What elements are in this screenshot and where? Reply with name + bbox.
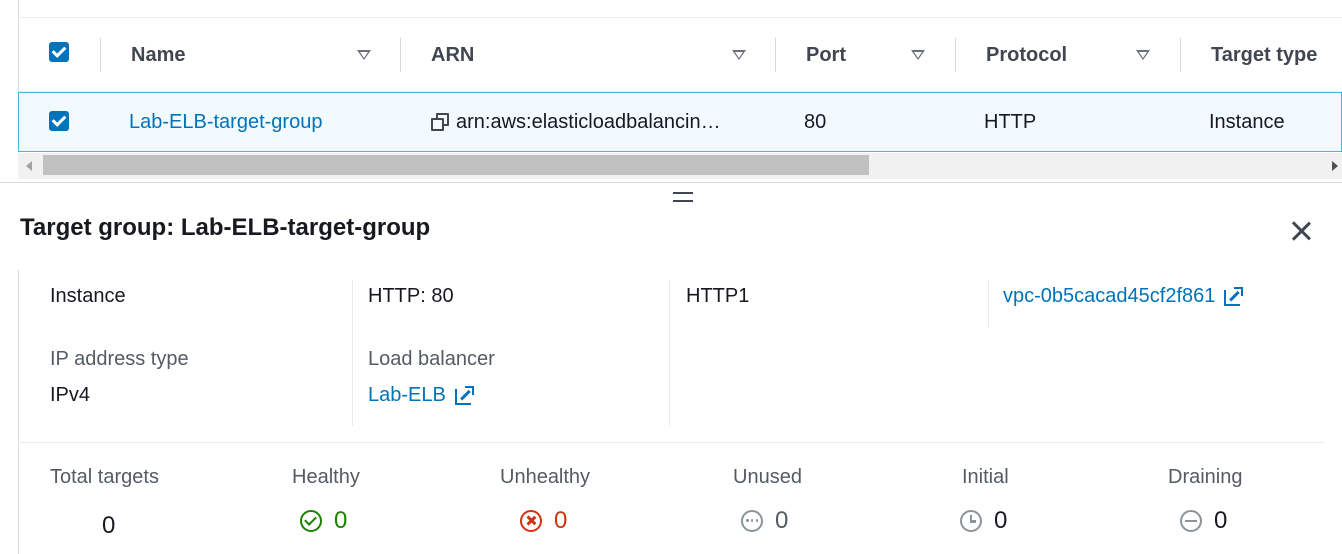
load-balancer-label: Load balancer	[368, 348, 495, 370]
unhealthy-status-icon	[520, 510, 542, 532]
table-row[interactable]: Lab-ELB-target-group arn:aws:elasticload…	[18, 92, 1342, 152]
row-checkbox[interactable]	[49, 111, 69, 131]
column-divider	[669, 280, 670, 426]
initial-count[interactable]: 0	[960, 507, 1007, 535]
vpc-link-label: vpc-0b5cacad45cf2f861	[1003, 285, 1216, 307]
healthy-count-value: 0	[334, 507, 348, 534]
column-divider	[988, 280, 989, 328]
column-header-protocol-label: Protocol	[986, 43, 1068, 66]
column-separator	[955, 38, 956, 72]
split-panel-divider	[0, 182, 1342, 183]
sort-caret-icon[interactable]	[1136, 50, 1150, 60]
target-groups-table: Name ARN Port Protocol Target type Lab-E…	[0, 0, 1342, 182]
table-top-strip	[18, 0, 1342, 18]
sort-caret-icon[interactable]	[911, 50, 925, 60]
arn-value: arn:aws:elasticloadbalancin…	[456, 110, 721, 133]
draining-count-value: 0	[1214, 507, 1228, 534]
column-divider	[352, 280, 353, 426]
column-header-protocol[interactable]: Protocol	[986, 18, 1186, 92]
column-separator	[1180, 38, 1181, 72]
scrollbar-thumb[interactable]	[43, 155, 869, 175]
sort-caret-icon[interactable]	[732, 50, 746, 60]
close-icon[interactable]	[1289, 219, 1313, 243]
external-link-icon	[454, 385, 474, 406]
load-balancer-link[interactable]: Lab-ELB	[368, 384, 474, 407]
protocol-port-value: HTTP: 80	[368, 285, 454, 307]
column-header-target-type-label: Target type	[1211, 43, 1318, 66]
unhealthy-count-value: 0	[554, 507, 568, 534]
select-all-checkbox[interactable]	[49, 42, 69, 62]
ip-address-type-value: IPv4	[50, 384, 91, 406]
healthy-count[interactable]: 0	[300, 507, 347, 535]
column-header-arn[interactable]: ARN	[431, 18, 791, 92]
column-separator	[100, 38, 101, 72]
unused-label: Unused	[733, 466, 802, 488]
initial-status-icon	[960, 510, 982, 532]
draining-label: Draining	[1168, 466, 1243, 488]
draining-count[interactable]: 0	[1180, 507, 1227, 535]
column-header-name[interactable]: Name	[131, 18, 401, 92]
unhealthy-label: Unhealthy	[500, 466, 591, 488]
column-header-target-type[interactable]: Target type	[1211, 18, 1342, 92]
column-separator	[400, 38, 401, 72]
sort-caret-icon[interactable]	[357, 50, 371, 60]
draining-status-icon	[1180, 510, 1202, 532]
unhealthy-count[interactable]: 0	[520, 507, 567, 535]
unused-status-icon	[741, 510, 763, 532]
column-header-port-label: Port	[806, 43, 846, 66]
initial-count-value: 0	[994, 507, 1008, 534]
healthy-label: Healthy	[292, 466, 360, 488]
copy-icon[interactable]	[430, 112, 450, 132]
resize-handle-icon[interactable]	[673, 192, 693, 204]
details-panel-title: Target group: Lab-ELB-target-group	[20, 214, 431, 241]
external-link-icon	[1223, 286, 1244, 307]
initial-label: Initial	[962, 466, 1009, 488]
vpc-link[interactable]: vpc-0b5cacad45cf2f861	[1003, 285, 1244, 308]
column-header-arn-label: ARN	[431, 43, 475, 66]
load-balancer-link-label: Lab-ELB	[368, 384, 446, 406]
target-type-value: Instance	[50, 285, 126, 307]
scroll-right-arrow-icon[interactable]	[1332, 161, 1338, 171]
horizontal-scrollbar[interactable]	[18, 153, 1342, 179]
column-header-port[interactable]: Port	[806, 18, 966, 92]
unused-count-value: 0	[775, 507, 789, 534]
column-separator	[775, 38, 776, 72]
total-targets-label: Total targets	[50, 466, 159, 488]
scroll-left-arrow-icon[interactable]	[26, 161, 32, 171]
total-targets-count: 0	[102, 512, 116, 539]
protocol-version-value: HTTP1	[686, 285, 750, 307]
column-header-name-label: Name	[131, 43, 186, 66]
target-type-cell: Instance	[1209, 110, 1285, 133]
unused-count[interactable]: 0	[741, 507, 788, 535]
healthy-status-icon	[300, 510, 322, 532]
port-cell: 80	[804, 110, 827, 133]
target-group-name-link[interactable]: Lab-ELB-target-group	[129, 93, 322, 151]
ip-address-type-label: IP address type	[50, 348, 189, 370]
details-panel	[18, 270, 1342, 554]
protocol-cell: HTTP	[984, 110, 1037, 133]
table-header: Name ARN Port Protocol Target type	[18, 18, 1342, 92]
section-divider	[18, 442, 1324, 443]
arn-cell: arn:aws:elasticloadbalancin…	[430, 93, 721, 151]
